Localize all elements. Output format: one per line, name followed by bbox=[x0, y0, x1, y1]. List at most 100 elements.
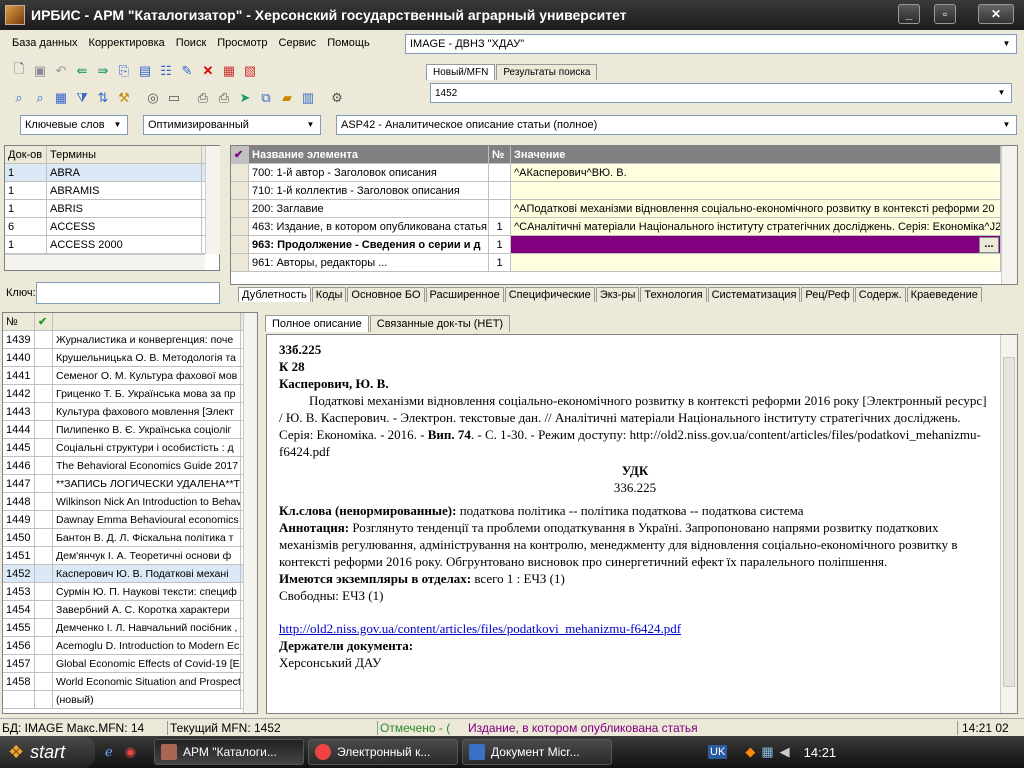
dictionary-select[interactable]: Ключевые слов ▼ bbox=[20, 115, 128, 135]
tray-icon-1[interactable]: ◆ bbox=[745, 744, 755, 760]
record-check[interactable] bbox=[35, 475, 53, 492]
delete-icon[interactable]: ✕ bbox=[199, 62, 217, 80]
header-terms[interactable]: Термины bbox=[47, 146, 202, 163]
network-icon[interactable]: ▦ bbox=[761, 744, 773, 760]
resource-link[interactable]: http://old2.niss.gov.ua/content/articles… bbox=[279, 620, 991, 637]
paste-icon[interactable]: ▤ bbox=[136, 62, 154, 80]
chrome-icon[interactable]: ◉ bbox=[125, 744, 136, 760]
record-check[interactable] bbox=[35, 439, 53, 456]
record-row[interactable]: 1444 Пилипенко В. Є. Українська соціоліг bbox=[3, 421, 257, 439]
record-check[interactable] bbox=[35, 619, 53, 636]
record-row[interactable]: 1454 Завербний А. С. Коротка характери bbox=[3, 601, 257, 619]
header-value[interactable]: Значение bbox=[511, 146, 1001, 163]
maximize-button[interactable]: ▫ bbox=[934, 4, 956, 24]
menu-help[interactable]: Помощь bbox=[327, 37, 370, 49]
record-check[interactable] bbox=[35, 529, 53, 546]
header-mfn[interactable]: № bbox=[3, 313, 35, 330]
record-check[interactable] bbox=[35, 547, 53, 564]
database-select[interactable]: IMAGE - ДВНЗ "ХДАУ" ▼ bbox=[405, 34, 1017, 54]
export-icon[interactable]: ▦ bbox=[220, 62, 238, 80]
record-row[interactable]: 1449 Dawnay Emma Behavioural economics bbox=[3, 511, 257, 529]
search-alt-icon[interactable]: ⌕ bbox=[31, 89, 49, 107]
record-check[interactable] bbox=[35, 493, 53, 510]
tools-icon[interactable]: ⚒ bbox=[115, 89, 133, 107]
record-row[interactable]: 1457 Global Economic Effects of Covid-19 … bbox=[3, 655, 257, 673]
worksheet-select[interactable]: ASP42 - Аналитическое описание статьи (п… bbox=[336, 115, 1017, 135]
mode-select[interactable]: Оптимизированный ▼ bbox=[143, 115, 321, 135]
field-value[interactable]: ^AКасперович^ВЮ. В. bbox=[511, 164, 1001, 181]
minimize-button[interactable]: _ bbox=[898, 4, 920, 24]
record-check[interactable] bbox=[35, 331, 53, 348]
header-count[interactable]: Док-ов bbox=[5, 146, 47, 163]
description-scrollbar[interactable] bbox=[1000, 335, 1017, 713]
record-check[interactable] bbox=[35, 583, 53, 600]
import-icon[interactable]: ▧ bbox=[241, 62, 259, 80]
scroll-thumb[interactable] bbox=[1003, 357, 1015, 687]
ie-icon[interactable]: ℯ bbox=[105, 744, 113, 760]
field-tab[interactable]: Коды bbox=[311, 287, 347, 302]
search-icon[interactable]: ⌕ bbox=[10, 89, 28, 107]
header-number[interactable]: № bbox=[489, 146, 511, 163]
print-list-icon[interactable]: ⎙ bbox=[215, 89, 233, 107]
field-row[interactable]: 200: Заглавие ^AПодаткові механізми відн… bbox=[231, 200, 1017, 218]
field-tab[interactable]: Систематизация bbox=[707, 287, 801, 302]
task-browser[interactable]: Электронный к... bbox=[308, 739, 459, 765]
record-row[interactable]: 1451 Дем'янчук І. А. Теоретичні основи ф bbox=[3, 547, 257, 565]
header-element-name[interactable]: Название элемента bbox=[249, 146, 489, 163]
record-row[interactable]: 1447 **ЗАПИСЬ ЛОГИЧЕСКИ УДАЛЕНА**Т bbox=[3, 475, 257, 493]
next-record-icon[interactable]: ⇛ bbox=[94, 62, 112, 80]
term-row[interactable]: 1 ABRA bbox=[5, 164, 219, 182]
field-tab[interactable]: Расширенное bbox=[425, 287, 504, 302]
record-row[interactable]: 1441 Семеног О. М. Культура фахової мов bbox=[3, 367, 257, 385]
field-tab[interactable]: Содерж. bbox=[854, 287, 906, 302]
table-icon[interactable]: ▦ bbox=[52, 89, 70, 107]
edit-icon[interactable]: ✎ bbox=[178, 62, 196, 80]
filter-icon[interactable]: ⧩ bbox=[73, 89, 91, 107]
field-tab[interactable]: Технология bbox=[640, 287, 707, 302]
terms-scrollbar[interactable] bbox=[205, 146, 220, 254]
record-check[interactable] bbox=[35, 385, 53, 402]
term-row[interactable]: 1 ACCESS 2000 bbox=[5, 236, 219, 254]
start-button[interactable]: ❖ start bbox=[0, 736, 95, 768]
menu-search[interactable]: Поиск bbox=[176, 37, 206, 49]
term-row[interactable]: 1 ABRIS bbox=[5, 200, 219, 218]
sort-icon[interactable]: ⇅ bbox=[94, 89, 112, 107]
record-check[interactable] bbox=[35, 511, 53, 528]
folder-icon[interactable]: ▰ bbox=[278, 89, 296, 107]
menu-view[interactable]: Просмотр bbox=[217, 37, 267, 49]
record-row[interactable]: (новый) bbox=[3, 691, 257, 709]
key-input[interactable] bbox=[36, 282, 220, 304]
language-indicator[interactable]: UK bbox=[708, 745, 728, 759]
field-value[interactable] bbox=[511, 182, 1001, 199]
field-tab[interactable]: Краеведение bbox=[906, 287, 982, 302]
field-value[interactable] bbox=[511, 254, 1001, 271]
field-row[interactable]: 710: 1-й коллектив - Заголовок описания bbox=[231, 182, 1017, 200]
record-row[interactable]: 1442 Гриценко Т. Б. Українська мова за пр bbox=[3, 385, 257, 403]
binoculars-icon[interactable]: ◎ bbox=[144, 89, 162, 107]
record-row[interactable]: 1445 Соціальні структури і особистість : … bbox=[3, 439, 257, 457]
close-button[interactable]: ✕ bbox=[978, 4, 1014, 24]
field-row[interactable]: 463: Издание, в котором опубликована ста… bbox=[231, 218, 1017, 236]
copy-icon[interactable]: ⎘ bbox=[115, 62, 133, 80]
record-row[interactable]: 1453 Сурмін Ю. П. Наукові тексти: специф bbox=[3, 583, 257, 601]
record-check[interactable] bbox=[35, 349, 53, 366]
record-check[interactable] bbox=[35, 421, 53, 438]
new-doc-icon[interactable]: 🗋 bbox=[10, 61, 28, 80]
record-row[interactable]: 1446 The Behavioral Economics Guide 2017 bbox=[3, 457, 257, 475]
records-scrollbar[interactable] bbox=[243, 313, 257, 713]
menu-database[interactable]: База данных bbox=[12, 37, 78, 49]
term-row[interactable]: 1 ABRAMIS bbox=[5, 182, 219, 200]
record-row[interactable]: 1439 Журналистика и конвергенция: поче bbox=[3, 331, 257, 349]
record-check[interactable] bbox=[35, 637, 53, 654]
record-row[interactable]: 1452 Касперович Ю. В. Податкові механі bbox=[3, 565, 257, 583]
record-row[interactable]: 1450 Бантон В. Д. Л. Фіскальна політика т bbox=[3, 529, 257, 547]
forward-icon[interactable]: ➤ bbox=[236, 89, 254, 107]
field-value[interactable]: ^AПодаткові механізми відновлення соціал… bbox=[511, 200, 1001, 217]
record-row[interactable]: 1448 Wilkinson Nick An Introduction to Be… bbox=[3, 493, 257, 511]
field-value[interactable]: ^CАналітичні матеріали Національного інс… bbox=[511, 218, 1001, 235]
term-row[interactable]: 6 ACCESS bbox=[5, 218, 219, 236]
record-check[interactable] bbox=[35, 601, 53, 618]
field-tab[interactable]: Рец/Реф bbox=[801, 287, 854, 302]
report-icon[interactable]: ▥ bbox=[299, 89, 317, 107]
field-tab[interactable]: Основное БО bbox=[347, 287, 425, 302]
